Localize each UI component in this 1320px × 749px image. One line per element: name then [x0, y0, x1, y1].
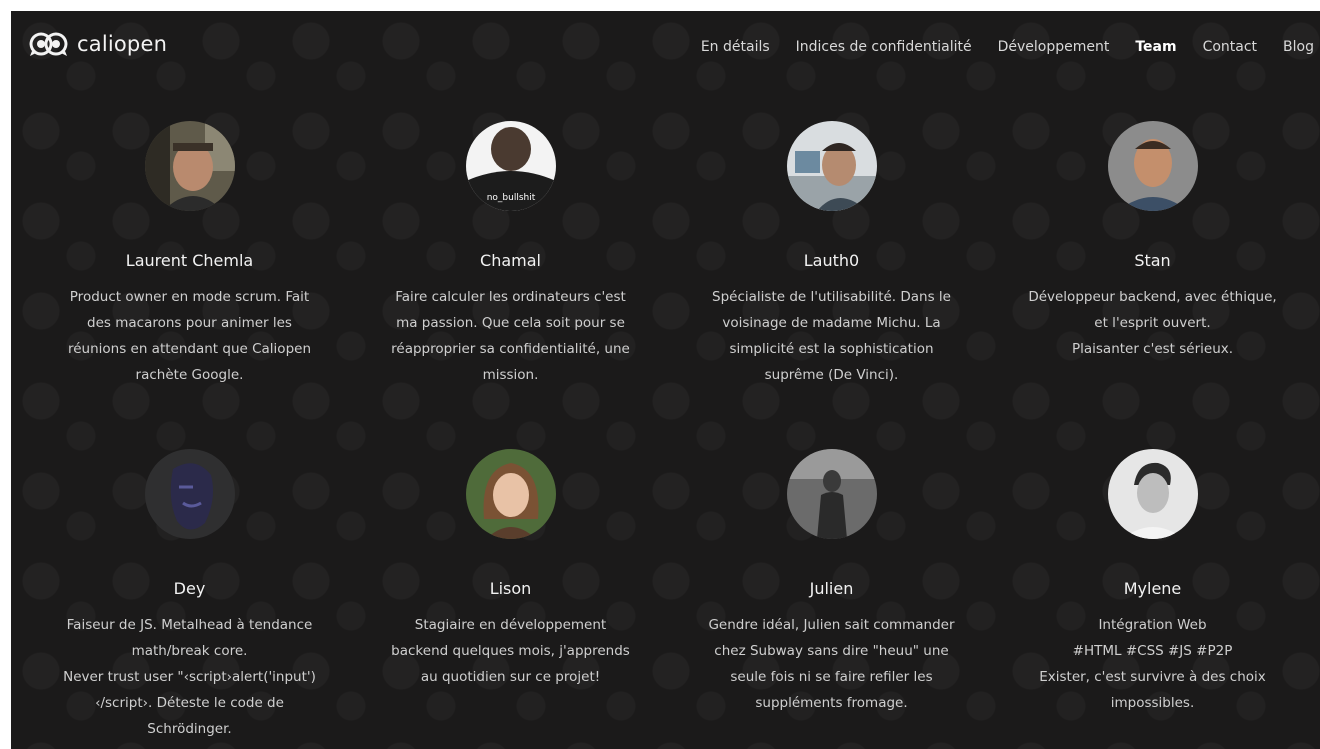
team-member: Lauth0 Spécialiste de l'utilisabilité. D… — [671, 121, 992, 449]
nav-developpement[interactable]: Développement — [998, 39, 1110, 55]
nav-contact[interactable]: Contact — [1203, 39, 1257, 55]
t-shirt-text: no_bullshit — [486, 193, 535, 203]
member-bio: Intégration Web #HTML #CSS #JS #P2P Exis… — [1039, 617, 1266, 711]
avatar — [465, 449, 556, 539]
site-header: caliopen En détails Indices de confident… — [11, 11, 1320, 81]
member-name: Mylene — [1123, 579, 1182, 598]
member-bio: Spécialiste de l'utilisabilité. Dans le … — [712, 289, 951, 383]
member-name: Laurent Chemla — [125, 251, 254, 270]
team-member: Dey Faiseur de JS. Metalhead à tendance … — [29, 449, 350, 749]
member-bio: Faire calculer les ordinateurs c'est ma … — [391, 289, 630, 383]
avatar — [786, 121, 877, 211]
nav-en-details[interactable]: En détails — [701, 39, 770, 55]
avatar — [1107, 449, 1198, 539]
team-member: Laurent Chemla Product owner en mode scr… — [29, 121, 350, 449]
member-bio: Stagiaire en développement backend quelq… — [391, 617, 630, 685]
team-member: Stan Développeur backend, avec éthique, … — [992, 121, 1313, 449]
avatar — [144, 121, 235, 211]
member-name: Lison — [489, 579, 532, 598]
nav-indices-confidentialite[interactable]: Indices de confidentialité — [796, 39, 972, 55]
team-grid: Laurent Chemla Product owner en mode scr… — [29, 121, 1313, 749]
nav-team[interactable]: Team — [1135, 39, 1176, 55]
member-bio: Gendre idéal, Julien sait commander chez… — [708, 617, 955, 711]
nav-blog[interactable]: Blog — [1283, 39, 1314, 55]
team-member: Lison Stagiaire en développement backend… — [350, 449, 671, 749]
member-name: Stan — [1134, 251, 1171, 270]
team-member: Mylene Intégration Web #HTML #CSS #JS #P… — [992, 449, 1313, 749]
member-name: Dey — [173, 579, 206, 598]
team-page: caliopen En détails Indices de confident… — [11, 11, 1320, 749]
member-bio: Product owner en mode scrum. Fait des ma… — [67, 289, 312, 383]
avatar — [786, 449, 877, 539]
logo[interactable]: caliopen — [29, 31, 167, 57]
logo-text: caliopen — [77, 32, 168, 56]
team-member: no_bullshit Chamal Faire calculer les or… — [350, 121, 671, 449]
member-name: Lauth0 — [803, 251, 860, 270]
member-bio: Développeur backend, avec éthique, et l'… — [1028, 289, 1277, 357]
main-nav: En détails Indices de confidentialité Dé… — [701, 39, 1314, 55]
member-bio: Faiseur de JS. Metalhead à tendance math… — [63, 617, 316, 737]
member-name: Chamal — [480, 251, 541, 270]
avatar — [1107, 121, 1198, 211]
avatar: no_bullshit — [465, 121, 556, 211]
caliopen-logo-icon — [29, 32, 68, 56]
avatar — [144, 449, 235, 539]
member-name: Julien — [809, 579, 854, 598]
team-member: Julien Gendre idéal, Julien sait command… — [671, 449, 992, 749]
